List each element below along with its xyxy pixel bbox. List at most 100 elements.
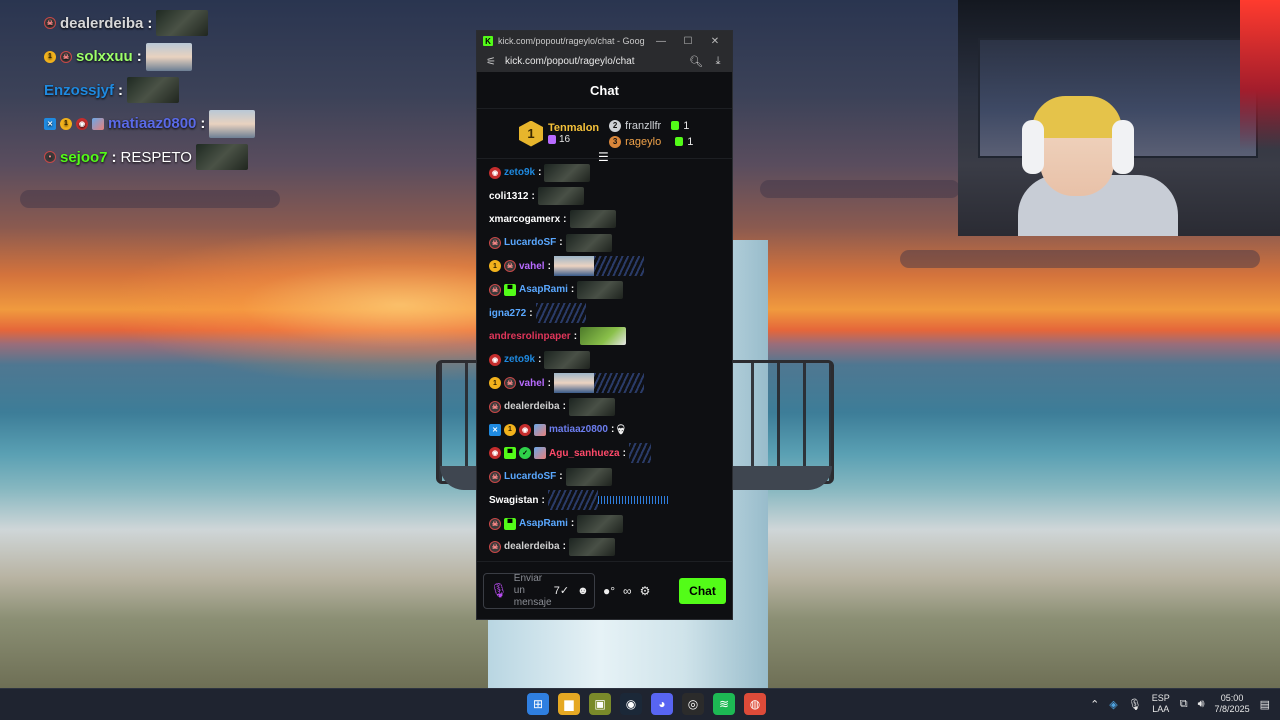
settings-gear-icon[interactable]: ⚙ bbox=[640, 584, 651, 598]
verified-badge-icon: ✓ bbox=[519, 447, 531, 460]
rain-emote-image bbox=[628, 443, 651, 464]
close-button[interactable]: ✕ bbox=[704, 36, 726, 47]
emoji-icon[interactable]: ☻ bbox=[577, 585, 589, 597]
chat-username[interactable]: AsapRami bbox=[519, 284, 568, 295]
leaderboard-first[interactable]: 1 Tenmalon 16 bbox=[519, 120, 599, 147]
chat-message[interactable]: ◉ zeto9k: bbox=[489, 161, 732, 184]
lang-bottom: LAA bbox=[1152, 704, 1170, 714]
chat-message[interactable]: ☠ ▀ AsapRami: bbox=[489, 512, 732, 535]
chat-username[interactable]: andresrolinpaper bbox=[489, 331, 571, 342]
chat-message[interactable]: ◉ zeto9k: bbox=[489, 348, 732, 371]
rank-badge-silver: 2 bbox=[609, 119, 622, 132]
maximize-button[interactable]: ☐ bbox=[677, 36, 699, 47]
volume-icon[interactable]: 🔊︎ bbox=[1198, 698, 1205, 711]
chat-username[interactable]: LucardoSF bbox=[504, 237, 556, 248]
chat-message[interactable]: ◉ ▀ ✓ Agu_sanhueza: bbox=[489, 442, 732, 465]
chat-username[interactable]: dealerdeiba bbox=[504, 401, 560, 412]
yellow-beanie bbox=[1032, 96, 1122, 138]
emote bbox=[565, 467, 612, 486]
chrome-icon[interactable]: ◍ bbox=[744, 693, 766, 715]
rain-emote-image bbox=[593, 256, 644, 277]
url-text[interactable]: kick.com/popout/rageylo/chat bbox=[505, 56, 682, 67]
windows-taskbar: ⊞ ▆ ▣ ◉ ◕ ◎ ≋ ◍ ⌃ ◈ 🎙︎ ESP LAA ⧉ 🔊︎ 05:0… bbox=[0, 688, 1280, 720]
emote-image bbox=[544, 350, 591, 369]
spotify-icon[interactable]: ≋ bbox=[713, 693, 735, 715]
overlay-chat-row: ☠ dealerdeiba: bbox=[44, 8, 344, 38]
minimize-button[interactable]: — bbox=[650, 36, 672, 47]
message-separator: : bbox=[559, 237, 563, 249]
chat-message[interactable]: ☠ LucardoSF: bbox=[489, 465, 732, 488]
chat-username[interactable]: igna272 bbox=[489, 308, 526, 319]
tray-overflow-icon[interactable]: ⌃ bbox=[1090, 698, 1099, 711]
chat-message[interactable]: xmarcogamerx: bbox=[489, 208, 732, 231]
network-icon[interactable]: ⧉ bbox=[1180, 698, 1188, 711]
emote-picker-icon[interactable]: 7✓ bbox=[554, 584, 569, 597]
chat-input[interactable]: 🎙︎ Enviar un mensaje 7✓ ☻ bbox=[483, 572, 595, 609]
microphone-icon[interactable]: 🎙︎ bbox=[490, 582, 508, 599]
zoom-icon[interactable]: 🔍︎ bbox=[688, 55, 704, 68]
leaderboard-third[interactable]: 3 rageylo 1 bbox=[609, 135, 693, 148]
obs-icon[interactable]: ◎ bbox=[682, 693, 704, 715]
gift-leaderboard: 1 Tenmalon 16 2 franzllfr 1 3 rageylo 1 bbox=[477, 109, 732, 164]
chat-message[interactable]: andresrolinpaper: bbox=[489, 325, 732, 348]
chat-message[interactable]: Swagistan: bbox=[489, 488, 732, 511]
start-windows-icon[interactable]: ⊞ bbox=[527, 693, 549, 715]
chat-send-button[interactable]: Chat bbox=[679, 577, 726, 604]
chat-message[interactable]: ☠ dealerdeiba: bbox=[489, 395, 732, 418]
system-tray: ⌃ ◈ 🎙︎ ESP LAA ⧉ 🔊︎ 05:00 7/8/2025 ▤ bbox=[1090, 693, 1270, 715]
gift-sub-icon bbox=[548, 135, 556, 144]
chat-username[interactable]: xmarcogamerx bbox=[489, 214, 560, 225]
chat-message[interactable]: ✕ 1 ◉ matiaaz0800: 💀︎ bbox=[489, 418, 732, 441]
chat-message[interactable]: ☠ LucardoSF: bbox=[489, 231, 732, 254]
overlay-separator: : bbox=[147, 14, 153, 32]
site-settings-icon[interactable]: ⚟ bbox=[483, 55, 499, 68]
chat-username[interactable]: vahel bbox=[519, 378, 545, 389]
chat-username[interactable]: vahel bbox=[519, 261, 545, 272]
chat-username[interactable]: AsapRami bbox=[519, 518, 568, 529]
chat-username[interactable]: LucardoSF bbox=[504, 471, 556, 482]
infinity-icon[interactable]: ∞ bbox=[623, 584, 632, 598]
chat-message[interactable]: ☠ ▀ AsapRami: bbox=[489, 278, 732, 301]
chat-message[interactable]: ☠ dealerdeiba: bbox=[489, 535, 732, 558]
skull-badge-icon: ☠ bbox=[489, 470, 501, 483]
leaderboard-second[interactable]: 2 franzllfr 1 bbox=[609, 119, 693, 132]
overlay-separator: : bbox=[111, 148, 117, 166]
chat-message[interactable]: igna272: bbox=[489, 301, 732, 324]
rain-emote-image bbox=[547, 490, 598, 511]
gift-one-badge-icon: 1 bbox=[489, 260, 501, 273]
chat-username[interactable]: Swagistan bbox=[489, 495, 538, 506]
rain-emote-image bbox=[593, 373, 644, 394]
overlay-username: dealerdeiba bbox=[60, 14, 144, 32]
chat-username[interactable]: zeto9k bbox=[504, 354, 535, 365]
chat-username[interactable]: zeto9k bbox=[504, 167, 535, 178]
emote: 💀︎ bbox=[617, 421, 624, 438]
bubbles-icon[interactable]: ●° bbox=[603, 584, 615, 598]
filter-icon[interactable]: ☰ bbox=[598, 150, 609, 164]
chat-message[interactable]: coli1312: bbox=[489, 184, 732, 207]
game-launcher-icon[interactable]: ▣ bbox=[589, 693, 611, 715]
chat-username[interactable]: Agu_sanhueza bbox=[549, 448, 620, 459]
message-separator: : bbox=[559, 471, 563, 483]
chat-username[interactable]: matiaaz0800 bbox=[549, 424, 608, 435]
mic-tray-icon[interactable]: 🎙︎ bbox=[1128, 698, 1142, 711]
chat-message[interactable]: 1 ☠ vahel: bbox=[489, 255, 732, 278]
clock[interactable]: 05:00 7/8/2025 bbox=[1215, 693, 1250, 715]
security-icon[interactable]: ◈ bbox=[1109, 698, 1117, 711]
overlay-chat-row: 1 ☠ solxxuu: bbox=[44, 42, 344, 72]
overlay-separator: : bbox=[118, 81, 124, 99]
download-icon[interactable]: ⤓ bbox=[710, 55, 726, 68]
chat-username[interactable]: coli1312 bbox=[489, 191, 528, 202]
message-separator: : bbox=[610, 424, 615, 436]
red-light bbox=[1240, 0, 1280, 150]
steam-icon[interactable]: ◉ bbox=[620, 693, 642, 715]
file-explorer-icon[interactable]: ▆ bbox=[558, 693, 580, 715]
cloud bbox=[20, 190, 280, 208]
language-indicator[interactable]: ESP LAA bbox=[1152, 693, 1170, 715]
skull-emote-icon: 💀︎ bbox=[617, 421, 625, 438]
overlay-username: solxxuu bbox=[76, 48, 133, 65]
discord-icon[interactable]: ◕ bbox=[651, 693, 673, 715]
chat-message[interactable]: 1 ☠ vahel: bbox=[489, 372, 732, 395]
notification-icon[interactable]: ▤ bbox=[1260, 698, 1270, 711]
emote bbox=[568, 397, 615, 416]
chat-username[interactable]: dealerdeiba bbox=[504, 541, 560, 552]
